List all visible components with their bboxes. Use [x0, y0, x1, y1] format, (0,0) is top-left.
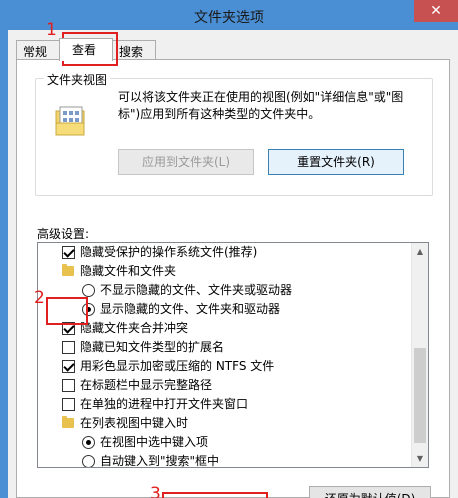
setting-label: 在标题栏中显示完整路径: [80, 378, 213, 392]
setting-radio[interactable]: [82, 436, 95, 449]
setting-label: 自动键入到"搜索"框中: [100, 454, 220, 468]
folder-views-description: 可以将该文件夹正在使用的视图(例如"详细信息"或"图标")应用到所有这种类型的文…: [118, 90, 404, 121]
setting-checkbox[interactable]: [62, 360, 75, 373]
annotation-number-3: 3: [150, 484, 161, 498]
folder-views-legend: 文件夹视图: [44, 71, 111, 88]
folder-icon: [62, 264, 74, 276]
advanced-setting-row[interactable]: 在视图中选中键入项: [38, 433, 412, 452]
folder-options-window: 文件夹选项 ✕ 常规 查看 搜索 文件夹视图 可以将该文件夹正在使用的视图(例如…: [0, 0, 458, 498]
list-scrollbar[interactable]: ▲ ▼: [411, 243, 428, 467]
advanced-setting-row[interactable]: 用彩色显示加密或压缩的 NTFS 文件: [38, 357, 412, 376]
setting-label: 不显示隐藏的文件、文件夹或驱动器: [100, 283, 293, 297]
close-button[interactable]: ✕: [414, 0, 458, 22]
advanced-settings-items: 隐藏受保护的操作系统文件(推荐) 隐藏文件和文件夹不显示隐藏的文件、文件夹或驱动器…: [38, 243, 412, 468]
setting-label: 隐藏文件和文件夹: [80, 264, 177, 278]
advanced-setting-row[interactable]: 隐藏受保护的操作系统文件(推荐): [38, 243, 412, 262]
advanced-settings-list: 隐藏受保护的操作系统文件(推荐) 隐藏文件和文件夹不显示隐藏的文件、文件夹或驱动器…: [37, 242, 429, 468]
setting-label: 在单独的进程中打开文件夹窗口: [80, 397, 249, 411]
tab-search[interactable]: 搜索: [112, 40, 156, 60]
advanced-setting-row: 在列表视图中键入时: [38, 414, 412, 433]
advanced-settings-label: 高级设置:: [37, 227, 90, 241]
scroll-down-icon[interactable]: ▼: [412, 450, 428, 467]
setting-label: 隐藏受保护的操作系统文件(推荐): [80, 245, 258, 259]
annotation-box-extension-checkbox: [46, 297, 88, 325]
folder-icon: [62, 416, 74, 428]
setting-radio[interactable]: [82, 284, 95, 297]
tab-general[interactable]: 常规: [16, 40, 60, 60]
advanced-setting-row[interactable]: 隐藏文件夹合并冲突: [38, 319, 412, 338]
advanced-setting-row[interactable]: 在单独的进程中打开文件夹窗口: [38, 395, 412, 414]
setting-label: 隐藏已知文件类型的扩展名: [80, 340, 225, 354]
advanced-setting-row[interactable]: 不显示隐藏的文件、文件夹或驱动器: [38, 281, 412, 300]
setting-label: 在列表视图中键入时: [80, 416, 189, 430]
advanced-setting-row[interactable]: 在标题栏中显示完整路径: [38, 376, 412, 395]
setting-checkbox[interactable]: [62, 398, 75, 411]
view-tab-panel: 文件夹视图 可以将该文件夹正在使用的视图(例如"详细信息"或"图标")应用到所有…: [16, 59, 450, 498]
scroll-thumb[interactable]: [414, 348, 426, 443]
restore-defaults-button[interactable]: 还原为默认值(D): [309, 486, 431, 498]
title-bar[interactable]: 文件夹选项 ✕: [0, 0, 458, 30]
advanced-setting-row[interactable]: 隐藏已知文件类型的扩展名: [38, 338, 412, 357]
annotation-number-2: 2: [34, 288, 45, 308]
apply-to-folders-button[interactable]: 应用到文件夹(L): [118, 149, 254, 175]
setting-label: 用彩色显示加密或压缩的 NTFS 文件: [80, 359, 275, 373]
advanced-setting-row[interactable]: 自动键入到"搜索"框中: [38, 452, 412, 468]
folder-views-group: 文件夹视图 可以将该文件夹正在使用的视图(例如"详细信息"或"图标")应用到所有…: [35, 71, 433, 196]
setting-radio[interactable]: [82, 455, 95, 467]
reset-folders-button[interactable]: 重置文件夹(R): [268, 149, 404, 175]
setting-label: 隐藏文件夹合并冲突: [80, 321, 189, 335]
setting-checkbox[interactable]: [62, 379, 75, 392]
setting-label: 显示隐藏的文件、文件夹和驱动器: [100, 302, 281, 316]
annotation-number-1: 1: [46, 20, 57, 40]
advanced-setting-row: 隐藏文件和文件夹: [38, 262, 412, 281]
setting-label: 在视图中选中键入项: [100, 435, 209, 449]
tab-view[interactable]: 查看: [59, 38, 113, 61]
setting-checkbox[interactable]: [62, 341, 75, 354]
setting-checkbox[interactable]: [62, 246, 75, 259]
advanced-setting-row[interactable]: 显示隐藏的文件、文件夹和驱动器: [38, 300, 412, 319]
annotation-box-ok-button: [162, 492, 268, 498]
scroll-up-icon[interactable]: ▲: [412, 243, 428, 260]
folder-views-icon: [55, 106, 85, 136]
dialog-client: 常规 查看 搜索 文件夹视图 可以将该文件夹正在使用的视图(例如"详细信息"或"…: [8, 30, 458, 498]
window-title: 文件夹选项: [194, 10, 264, 26]
